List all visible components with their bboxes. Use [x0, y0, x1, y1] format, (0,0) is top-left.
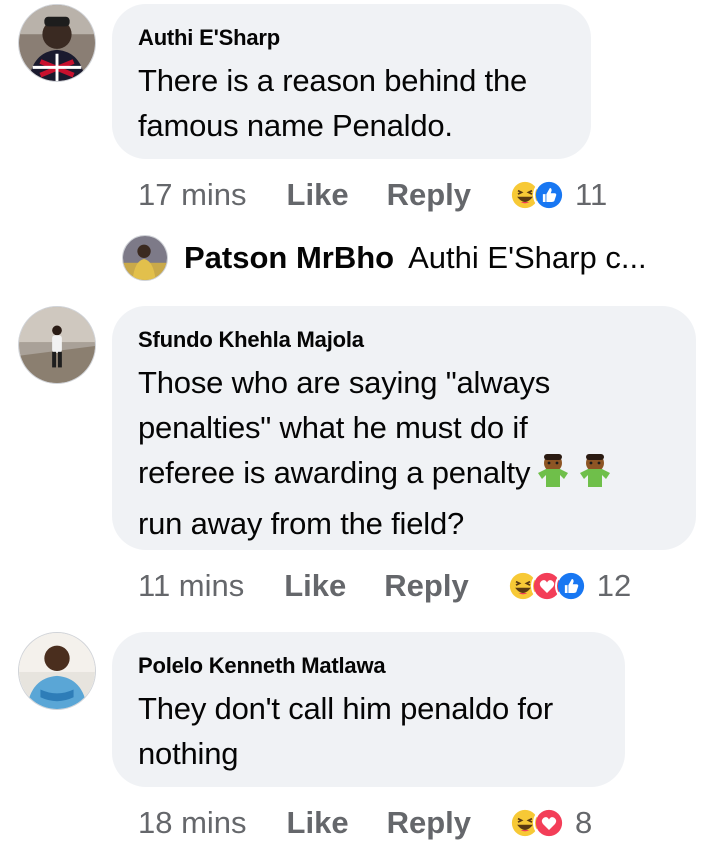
comment-author[interactable]: Polelo Kenneth Matlawa	[138, 652, 599, 680]
avatar[interactable]	[18, 306, 96, 384]
comment-text: They don't call him penaldo for nothing	[138, 686, 599, 776]
comment-timestamp[interactable]: 17 mins	[138, 177, 247, 213]
comment-text: There is a reason behind the famous name…	[138, 58, 565, 148]
comment-author[interactable]: Sfundo Khehla Majola	[138, 326, 670, 354]
comment-thread: Authi E'Sharp There is a reason behind t…	[0, 0, 720, 858]
reply-snippet: Authi E'Sharp c...	[408, 240, 647, 275]
avatar-photo	[19, 633, 95, 709]
comment-actions: 11 mins Like Reply 12	[138, 566, 631, 606]
avatar[interactable]	[18, 4, 96, 82]
reaction-summary[interactable]	[509, 807, 565, 839]
like-button[interactable]: Like	[287, 805, 349, 841]
comment-bubble: Polelo Kenneth Matlawa They don't call h…	[112, 632, 625, 787]
avatar-photo	[123, 236, 167, 280]
comment-text: Those who are saying "always penalties" …	[138, 360, 670, 546]
reaction-summary[interactable]	[506, 570, 587, 602]
avatar-photo	[19, 307, 95, 383]
love-reaction-icon	[533, 807, 565, 839]
reply-button[interactable]: Reply	[387, 177, 471, 213]
comment-line: run away from the field?	[138, 506, 465, 541]
comment-bubble: Authi E'Sharp There is a reason behind t…	[112, 4, 591, 159]
reaction-count[interactable]: 8	[575, 805, 592, 841]
comment-line: Those who are saying "always	[138, 365, 551, 400]
comment-actions: 18 mins Like Reply 8	[138, 803, 592, 843]
comment-line: nothing	[138, 736, 239, 771]
reply-button[interactable]: Reply	[384, 568, 468, 604]
comment-line: famous name Penaldo.	[138, 108, 453, 143]
comment-actions: 17 mins Like Reply 11	[138, 175, 607, 215]
reply-button[interactable]: Reply	[387, 805, 471, 841]
comment-line: There is a reason behind the	[138, 63, 528, 98]
comment-line: referee is awarding a penalty	[138, 455, 531, 490]
like-button[interactable]: Like	[284, 568, 346, 604]
comment-author[interactable]: Authi E'Sharp	[138, 24, 565, 52]
comment-line: They don't call him penaldo for	[138, 691, 554, 726]
man-shrugging-emoji	[534, 451, 572, 501]
comment-timestamp[interactable]: 11 mins	[138, 568, 244, 604]
reply-author[interactable]: Patson MrBho	[184, 240, 394, 276]
avatar-photo	[19, 5, 95, 81]
like-button[interactable]: Like	[287, 177, 349, 213]
avatar	[122, 235, 168, 281]
reaction-count[interactable]: 11	[575, 177, 607, 213]
comment-bubble: Sfundo Khehla Majola Those who are sayin…	[112, 306, 696, 550]
comment-line-with-emoji: referee is awarding a penalty	[138, 450, 670, 501]
like-reaction-icon	[533, 179, 565, 211]
comment-timestamp[interactable]: 18 mins	[138, 805, 247, 841]
reaction-summary[interactable]	[509, 179, 565, 211]
man-shrugging-emoji	[576, 451, 614, 501]
like-reaction-icon	[554, 570, 587, 602]
avatar[interactable]	[18, 632, 96, 710]
reply-preview[interactable]: Patson MrBho Authi E'Sharp c...	[122, 235, 647, 281]
comment-line: penalties" what he must do if	[138, 410, 528, 445]
reaction-count[interactable]: 12	[597, 568, 631, 604]
